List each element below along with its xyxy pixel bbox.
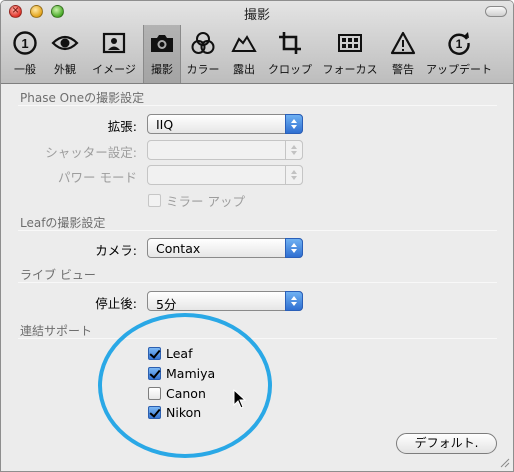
tab-update[interactable]: 1 アップデート xyxy=(423,25,495,83)
window-title: 撮影 xyxy=(243,8,270,23)
tab-label: アップデート xyxy=(426,63,492,76)
svg-text:1: 1 xyxy=(21,36,28,51)
toolbar-toggle-button[interactable] xyxy=(485,6,507,17)
camera-value: Contax xyxy=(156,241,201,256)
mouse-pointer-icon xyxy=(233,388,247,409)
focus-icon xyxy=(336,29,364,57)
default-button[interactable]: デフォルト. xyxy=(396,433,497,454)
checkbox-box[interactable] xyxy=(148,194,161,207)
checkbox-box[interactable] xyxy=(148,406,161,419)
tab-color[interactable]: カラー xyxy=(181,25,225,83)
popup-arrows-icon xyxy=(285,291,303,311)
tab-general[interactable]: 1 一般 xyxy=(5,25,45,83)
power-mode-popup[interactable] xyxy=(147,165,303,185)
tether-nikon-checkbox[interactable]: Nikon xyxy=(148,405,201,420)
live-view-group-title: ライブ ビュー xyxy=(20,268,96,282)
tab-crop[interactable]: クロップ xyxy=(263,25,317,83)
tab-capture[interactable]: 撮影 xyxy=(143,25,181,83)
camera-label: カメラ: xyxy=(95,243,137,258)
title-bar: 撮影 1 一般 外観 イメージ xyxy=(1,1,513,84)
popup-arrows-icon xyxy=(285,238,303,258)
tab-label: イメージ xyxy=(92,63,136,76)
camera-icon xyxy=(148,29,176,57)
tab-label: クロップ xyxy=(268,63,312,76)
resize-grip-icon[interactable] xyxy=(499,457,510,468)
tether-nikon-label: Nikon xyxy=(166,405,202,420)
camera-popup[interactable]: Contax xyxy=(147,238,303,258)
crop-icon xyxy=(276,29,304,57)
tethering-group-title: 連結サポート xyxy=(20,324,93,338)
divider xyxy=(18,338,497,339)
leaf-group-title: Leafの撮影設定 xyxy=(20,216,106,230)
popup-arrows-icon xyxy=(285,114,303,134)
popup-arrows-icon xyxy=(285,140,303,160)
popup-arrows-icon xyxy=(285,165,303,185)
stop-after-label: 停止後: xyxy=(95,296,137,311)
divider xyxy=(18,230,497,231)
tether-mamiya-checkbox[interactable]: Mamiya xyxy=(148,366,215,381)
tab-label: カラー xyxy=(186,63,220,76)
tether-canon-checkbox[interactable]: Canon xyxy=(148,386,206,401)
tab-exposure[interactable]: 露出 xyxy=(225,25,263,83)
tab-label: 撮影 xyxy=(151,63,173,76)
extension-label: 拡張: xyxy=(107,119,137,134)
eye-icon xyxy=(51,29,79,57)
tab-warning[interactable]: 警告 xyxy=(383,25,423,83)
mirror-up-checkbox[interactable]: ミラー アップ xyxy=(148,191,245,210)
exposure-icon xyxy=(230,29,258,57)
tether-leaf-label: Leaf xyxy=(166,346,193,361)
mirror-up-label: ミラー アップ xyxy=(166,194,245,209)
power-mode-label: パワー モード xyxy=(58,170,137,185)
preferences-window: 撮影 1 一般 外観 イメージ xyxy=(0,0,514,472)
shutter-label: シャッター設定: xyxy=(45,145,137,160)
image-icon xyxy=(100,29,128,57)
color-icon xyxy=(189,29,217,57)
stop-after-value: 5分 xyxy=(156,297,177,312)
warning-icon xyxy=(389,29,417,57)
update-icon: 1 xyxy=(445,29,473,57)
tab-label: 警告 xyxy=(392,63,414,76)
tab-label: フォーカス xyxy=(322,63,378,76)
tab-label: 一般 xyxy=(14,63,36,76)
tether-leaf-checkbox[interactable]: Leaf xyxy=(148,346,193,361)
stop-after-popup[interactable]: 5分 xyxy=(147,291,303,312)
tab-label: 外観 xyxy=(54,63,76,76)
checkbox-box[interactable] xyxy=(148,347,161,360)
preferences-toolbar: 1 一般 外観 イメージ 撮影 カラー 露出 クロップ フォーカス 警告 1 ア… xyxy=(5,25,495,83)
extension-value: IIQ xyxy=(156,117,174,132)
general-icon: 1 xyxy=(11,29,39,57)
tab-focus[interactable]: フォーカス xyxy=(317,25,383,83)
tether-canon-label: Canon xyxy=(166,386,206,401)
tab-label: 露出 xyxy=(233,63,255,76)
checkbox-box[interactable] xyxy=(148,387,161,400)
svg-text:1: 1 xyxy=(456,37,463,51)
divider xyxy=(18,105,497,106)
tether-mamiya-label: Mamiya xyxy=(166,366,216,381)
tab-image[interactable]: イメージ xyxy=(85,25,143,83)
phase-one-group-title: Phase Oneの撮影設定 xyxy=(20,91,145,105)
checkbox-box[interactable] xyxy=(148,367,161,380)
extension-popup[interactable]: IIQ xyxy=(147,114,303,134)
divider xyxy=(18,282,497,283)
tab-appearance[interactable]: 外観 xyxy=(45,25,85,83)
shutter-popup[interactable] xyxy=(147,140,303,160)
